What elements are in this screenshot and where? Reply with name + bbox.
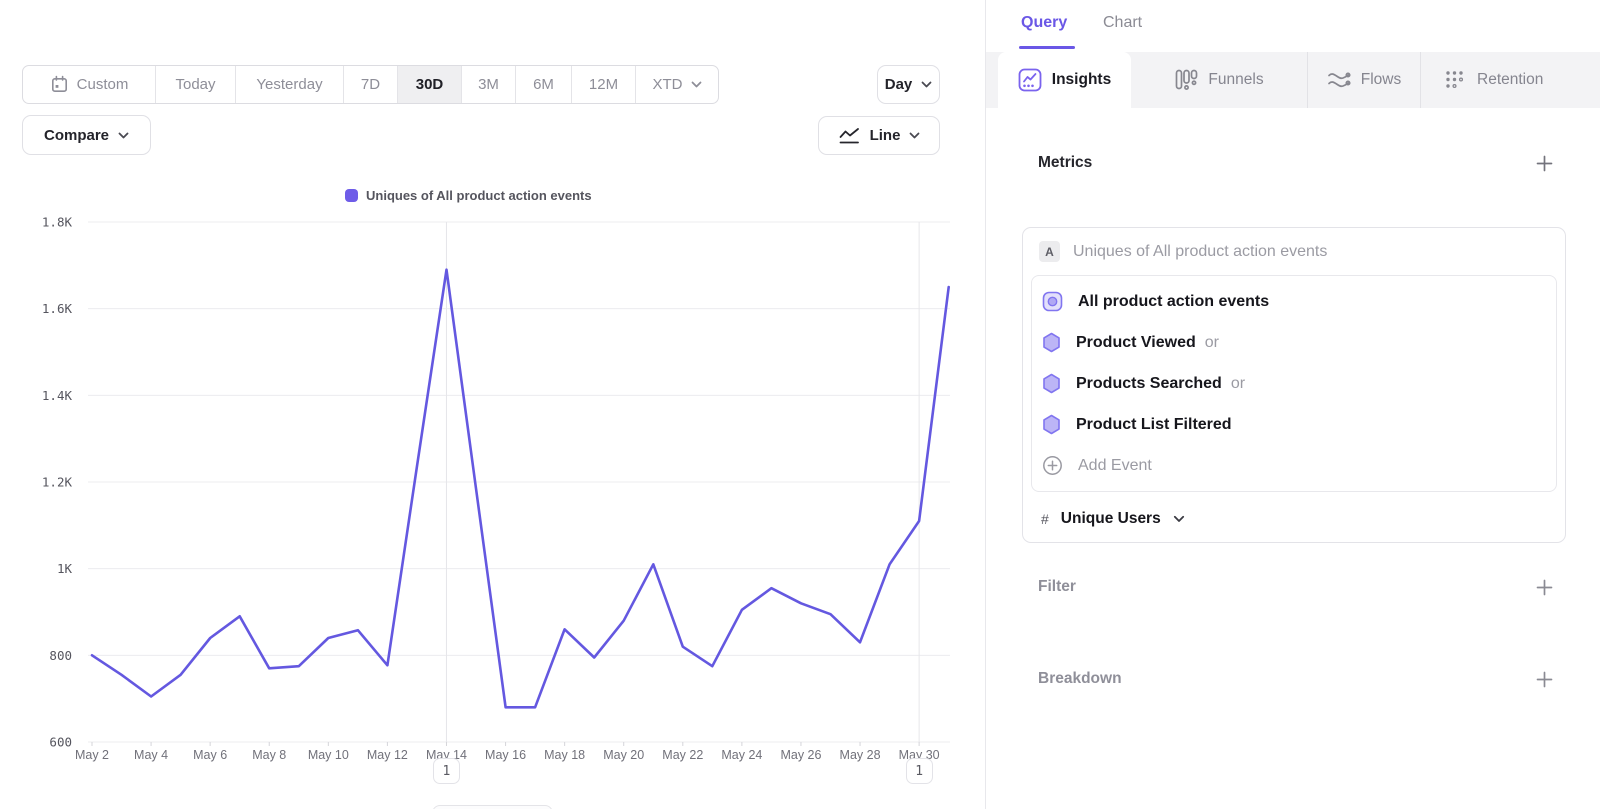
- chart-area: Custom Today Yesterday 7D 30D 3M 6M 12M …: [0, 0, 985, 809]
- metric-group-badge: A: [1039, 241, 1060, 262]
- annotation-badge[interactable]: 1: [906, 758, 933, 784]
- hexagon-event-icon: [1042, 414, 1061, 435]
- svg-text:May 2: May 2: [75, 748, 109, 762]
- tab-insights[interactable]: Insights: [998, 52, 1131, 108]
- measure-selector[interactable]: # Unique Users: [1023, 492, 1565, 545]
- panel-tab-bar: Query Chart: [986, 0, 1600, 52]
- hexagon-event-icon: [1042, 332, 1061, 353]
- annotation-badge[interactable]: 1: [433, 758, 460, 784]
- event-group-icon: [1042, 291, 1063, 312]
- events-list: All product action events Product Viewed…: [1031, 275, 1557, 492]
- metric-group-title: Uniques of All product action events: [1073, 243, 1327, 261]
- svg-text:600: 600: [49, 735, 72, 750]
- add-filter-button[interactable]: [1535, 578, 1553, 596]
- svg-text:1.8K: 1.8K: [42, 215, 73, 230]
- metrics-section-header: Metrics: [1023, 154, 1567, 172]
- hexagon-event-icon: [1042, 373, 1061, 394]
- svg-text:1K: 1K: [57, 561, 73, 576]
- svg-text:May 20: May 20: [603, 748, 644, 762]
- metric-group-header[interactable]: A Uniques of All product action events: [1023, 228, 1565, 275]
- tab-chart[interactable]: Chart: [1103, 14, 1142, 32]
- add-event-button[interactable]: Add Event: [1032, 445, 1556, 486]
- svg-text:May 22: May 22: [662, 748, 703, 762]
- insights-report-page: Custom Today Yesterday 7D 30D 3M 6M 12M …: [0, 0, 1600, 809]
- svg-text:May 6: May 6: [193, 748, 227, 762]
- insights-icon: [1018, 68, 1042, 92]
- breakdown-title: Breakdown: [1023, 670, 1122, 688]
- tab-funnels[interactable]: Funnels: [1131, 52, 1308, 108]
- add-breakdown-button[interactable]: [1535, 670, 1553, 688]
- filter-section-header: Filter: [1023, 578, 1567, 596]
- tab-retention[interactable]: Retention: [1421, 52, 1600, 108]
- svg-text:1.6K: 1.6K: [42, 301, 73, 316]
- bottom-scrubber-edge[interactable]: [432, 805, 553, 809]
- event-row-product-viewed[interactable]: Product Viewed or: [1032, 322, 1556, 363]
- metrics-title: Metrics: [1023, 154, 1092, 172]
- line-chart[interactable]: 1.8K 1.6K 1.4K 1.2K 1K 800 600May 2 May 4 May 6 M…: [0, 0, 985, 809]
- flows-icon: [1327, 68, 1351, 92]
- svg-text:1.2K: 1.2K: [42, 475, 73, 490]
- svg-text:May 12: May 12: [367, 748, 408, 762]
- chevron-down-icon: [1173, 515, 1185, 523]
- add-metric-button[interactable]: [1535, 154, 1553, 172]
- svg-text:May 26: May 26: [780, 748, 821, 762]
- event-row-all-product-action-events[interactable]: All product action events: [1032, 281, 1556, 322]
- query-panel: Query Chart Insights Funnels F: [985, 0, 1600, 809]
- event-row-product-list-filtered[interactable]: Product List Filtered: [1032, 404, 1556, 445]
- svg-text:May 10: May 10: [308, 748, 349, 762]
- filter-title: Filter: [1023, 578, 1076, 596]
- svg-text:1.4K: 1.4K: [42, 388, 73, 403]
- event-row-products-searched[interactable]: Products Searched or: [1032, 363, 1556, 404]
- svg-text:May 18: May 18: [544, 748, 585, 762]
- tab-flows[interactable]: Flows: [1308, 52, 1421, 108]
- metric-card: A Uniques of All product action events A…: [1022, 227, 1566, 543]
- report-type-tabs: Insights Funnels Flows Retention: [986, 52, 1600, 108]
- svg-text:May 24: May 24: [721, 748, 762, 762]
- breakdown-section-header: Breakdown: [1023, 670, 1567, 688]
- circle-plus-icon: [1042, 455, 1063, 476]
- active-tab-underline: [1019, 46, 1075, 49]
- svg-text:May 28: May 28: [840, 748, 881, 762]
- retention-icon: [1443, 68, 1467, 92]
- svg-text:800: 800: [49, 648, 72, 663]
- svg-text:May 16: May 16: [485, 748, 526, 762]
- tab-query[interactable]: Query: [1021, 14, 1067, 32]
- funnels-icon: [1174, 68, 1198, 92]
- svg-text:May 4: May 4: [134, 748, 168, 762]
- hash-icon: #: [1041, 511, 1049, 527]
- svg-text:May 8: May 8: [252, 748, 286, 762]
